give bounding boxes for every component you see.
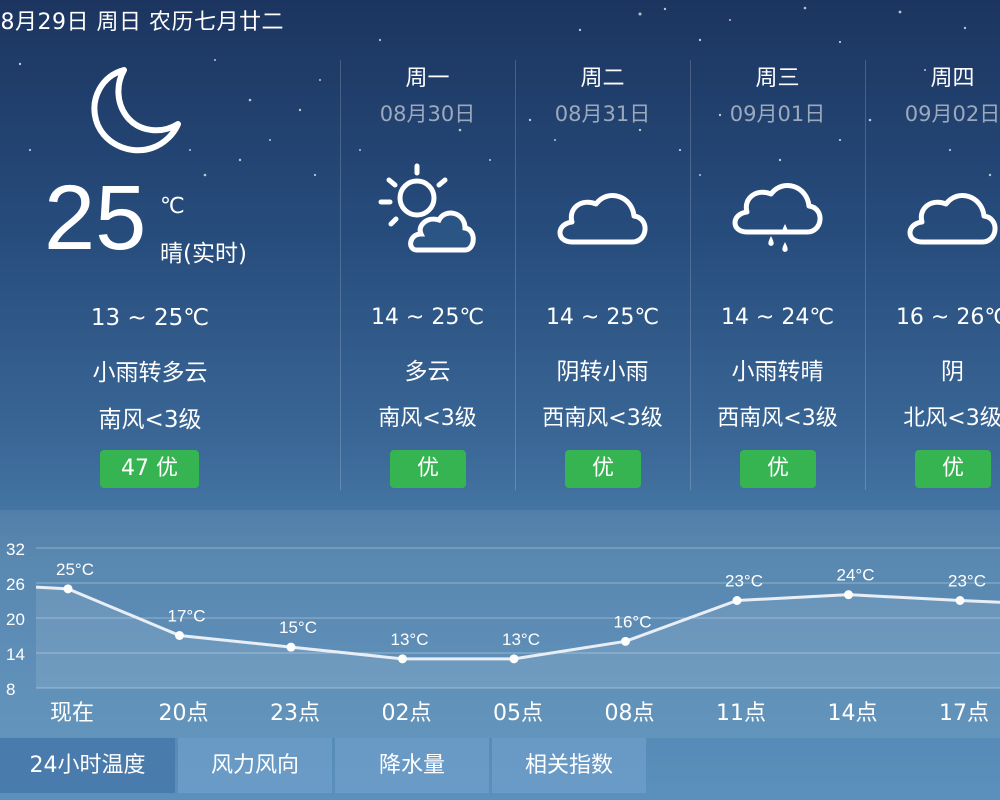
- temperature-data-label: 23°C: [725, 572, 763, 591]
- x-tick-label: 14点: [828, 701, 878, 726]
- temperature-point: [732, 596, 742, 605]
- y-tick-label: 8: [6, 680, 15, 699]
- forecast-date: 09月01日: [729, 102, 826, 126]
- rain-cloud-icon: [732, 183, 823, 252]
- temperature-line-chart: 32 26 20 14 8 25°C 现在 17°C 20点 15°C 23点 13°C 02点 13°C…: [6, 540, 1000, 726]
- temperature-point: [621, 636, 630, 646]
- forecast-day[interactable]: 周三 09月01日 14 ~ 24℃ 小雨转晴 西南风<3级 优: [690, 50, 865, 495]
- tab-wind[interactable]: 风力风向: [178, 738, 332, 793]
- today-weather: 小雨转多云: [92, 360, 208, 386]
- today-temp-range: 13 ~ 25℃: [90, 305, 210, 331]
- x-tick-label: 23点: [270, 701, 320, 726]
- cloud-icon: [557, 193, 648, 245]
- forecast-weather: 阴转小雨: [556, 359, 649, 385]
- cloud-icon: [907, 193, 998, 245]
- forecast-date: 08月31日: [554, 102, 651, 126]
- temperature-data-label: 13°C: [391, 630, 429, 649]
- temperature-point: [63, 584, 73, 594]
- temperature-data-label: 23°C: [948, 572, 986, 591]
- forecast-day[interactable]: 周一 08月30日 14 ~ 25℃ 多云 南风<3级 优: [340, 50, 515, 495]
- temperature-data-label: 13°C: [502, 630, 540, 649]
- forecast-weekday: 周三: [755, 66, 800, 91]
- temperature-point: [844, 590, 853, 600]
- forecast-aqi-badge[interactable]: 优: [915, 450, 991, 488]
- forecast-wind: 西南风<3级: [542, 406, 663, 431]
- sun-cloud-icon: [378, 163, 476, 253]
- forecast-temp-range: 16 ~ 26℃: [895, 305, 1000, 330]
- forecast-day[interactable]: 周二 08月31日 14 ~ 25℃ 阴转小雨 西南风<3级 优: [515, 50, 690, 495]
- forecast-wind: 南风<3级: [378, 406, 477, 431]
- x-tick-label: 05点: [493, 701, 543, 726]
- forecast-weekday: 周二: [580, 66, 625, 91]
- forecast-aqi-badge[interactable]: 优: [390, 450, 466, 488]
- x-tick-label: 17点: [939, 701, 989, 726]
- temperature-point: [509, 654, 519, 664]
- y-tick-label: 14: [6, 645, 25, 664]
- forecast-weekday: 周四: [930, 66, 975, 91]
- tab-indices[interactable]: 相关指数: [492, 738, 646, 793]
- temperature-point: [955, 596, 965, 605]
- current-condition: 晴(实时): [160, 241, 247, 267]
- tab-precipitation[interactable]: 降水量: [335, 738, 489, 793]
- y-tick-label: 26: [6, 575, 25, 594]
- today-wind: 南风<3级: [98, 407, 202, 433]
- forecast-temp-range: 14 ~ 25℃: [545, 305, 660, 330]
- forecast-weekday: 周一: [405, 66, 450, 91]
- forecast-temp-range: 14 ~ 25℃: [370, 305, 485, 330]
- tab-24h-temperature[interactable]: 24小时温度: [0, 738, 175, 793]
- temperature-point: [398, 654, 407, 664]
- forecast-weather: 小雨转晴: [731, 359, 824, 385]
- x-tick-label: 20点: [159, 701, 209, 726]
- today-aqi-badge[interactable]: 47 优: [100, 450, 199, 488]
- temperature-data-label: 25°C: [56, 560, 94, 579]
- date-header: 08月29日 周日 农历七月廿二: [0, 10, 284, 35]
- x-tick-label: 02点: [382, 701, 432, 726]
- forecast-aqi-badge[interactable]: 优: [740, 450, 816, 488]
- hourly-temperature-chart: 32 26 20 14 8 25°C 现在 17°C 20点 15°C 23点 13°C 02点 13°C…: [0, 510, 1000, 738]
- forecast-aqi-badge[interactable]: 优: [565, 450, 641, 488]
- x-tick-label: 08点: [605, 701, 655, 726]
- forecast-temp-range: 14 ~ 24℃: [720, 305, 835, 330]
- forecast-day[interactable]: 周四 09月02日 16 ~ 26℃ 阴 北风<3级 优: [865, 50, 1000, 495]
- temperature-point: [175, 631, 184, 640]
- temperature-point: [286, 642, 296, 652]
- temperature-data-label: 15°C: [279, 618, 317, 637]
- forecast-weather: 阴: [941, 359, 964, 385]
- forecast-wind: 北风<3级: [903, 406, 1000, 431]
- current-temperature: 25: [44, 167, 147, 269]
- forecast-weather: 多云: [404, 359, 451, 385]
- moon-icon: [91, 67, 181, 154]
- temperature-data-label: 17°C: [168, 607, 206, 626]
- temperature-data-label: 24°C: [837, 566, 875, 585]
- chart-tab-bar: 24小时温度 风力风向 降水量 相关指数: [0, 738, 1000, 800]
- forecast-date: 09月02日: [904, 102, 1000, 126]
- x-tick-label: 11点: [716, 701, 766, 726]
- y-tick-label: 20: [6, 610, 25, 629]
- temperature-data-label: 16°C: [614, 612, 652, 631]
- temperature-unit: ℃: [160, 194, 185, 219]
- x-tick-label: 现在: [50, 701, 94, 726]
- forecast-date: 08月30日: [379, 102, 476, 126]
- forecast-wind: 西南风<3级: [717, 406, 838, 431]
- y-tick-label: 32: [6, 540, 25, 559]
